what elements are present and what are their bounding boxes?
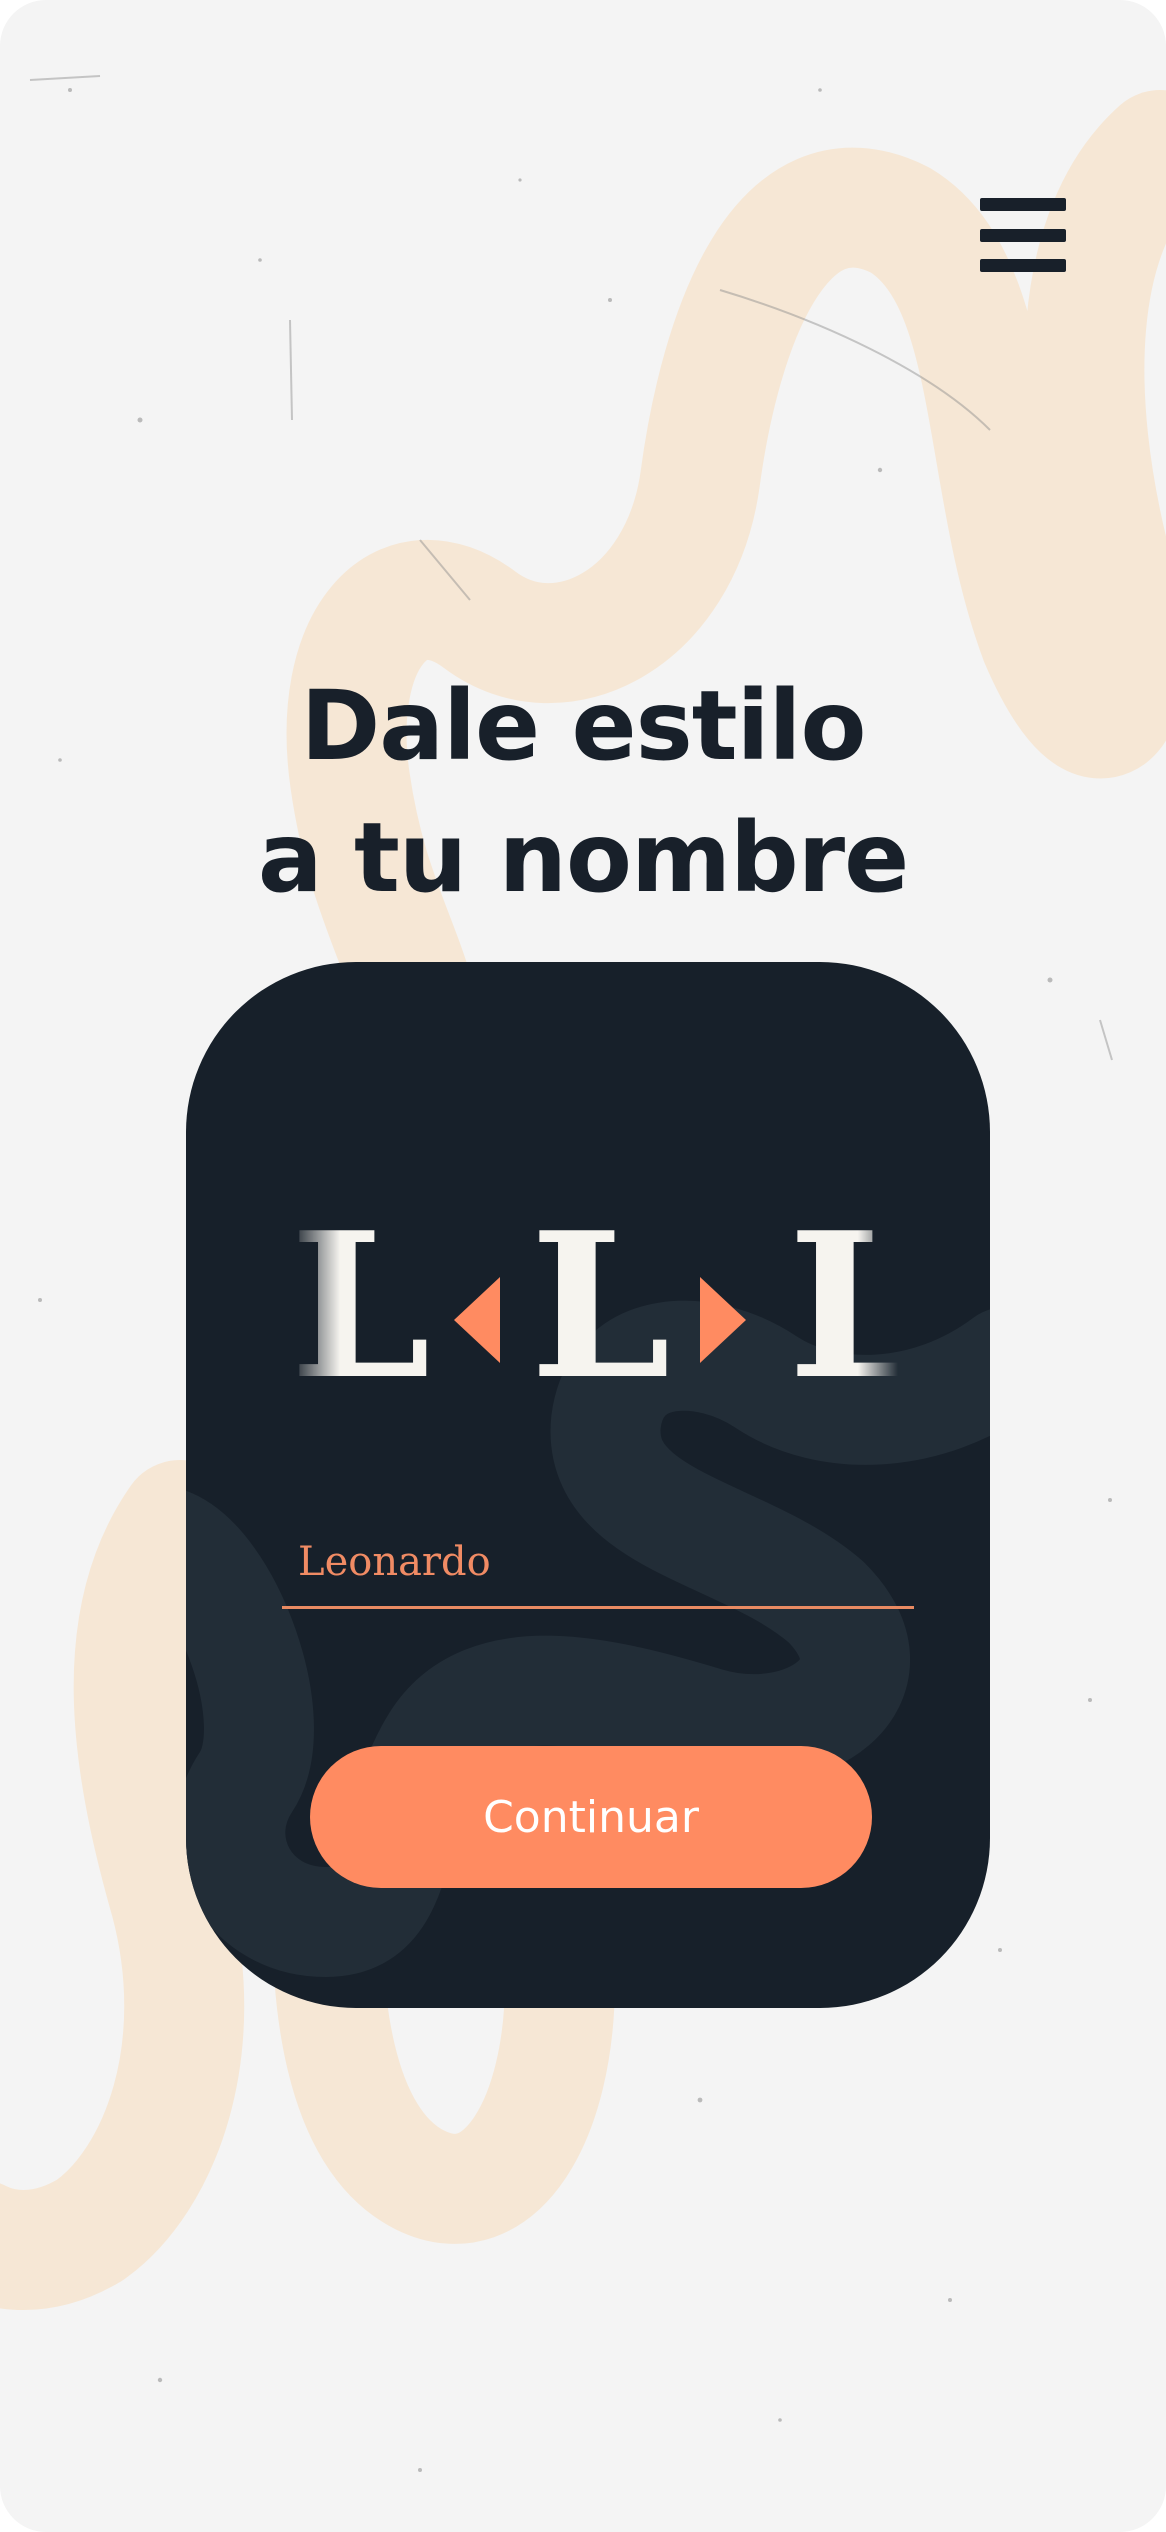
page-title-line-2: a tu nombre	[257, 802, 909, 914]
name-input[interactable]	[298, 1522, 898, 1602]
preview-letter-current: L	[530, 1189, 671, 1424]
hamburger-menu-icon[interactable]	[980, 198, 1066, 272]
preview-letter-next: L	[788, 1189, 929, 1424]
page-title: Dale estilo a tu nombre	[0, 660, 1166, 924]
menu-bar-bottom	[980, 259, 1066, 272]
chevron-left-icon[interactable]	[454, 1277, 500, 1363]
menu-bar-middle	[980, 228, 1066, 242]
menu-bar-top	[980, 198, 1066, 211]
page-title-line-1: Dale estilo	[300, 670, 867, 782]
style-picker-card: L L L Continuar	[186, 962, 990, 2008]
style-preview: L L L	[186, 1189, 990, 1424]
name-field	[282, 1522, 914, 1609]
chevron-right-icon[interactable]	[700, 1277, 746, 1363]
preview-letter-previous: L	[290, 1189, 431, 1424]
screen: Dale estilo a tu nombre L L L Continuar	[0, 0, 1166, 2532]
continue-button[interactable]: Continuar	[310, 1746, 872, 1888]
